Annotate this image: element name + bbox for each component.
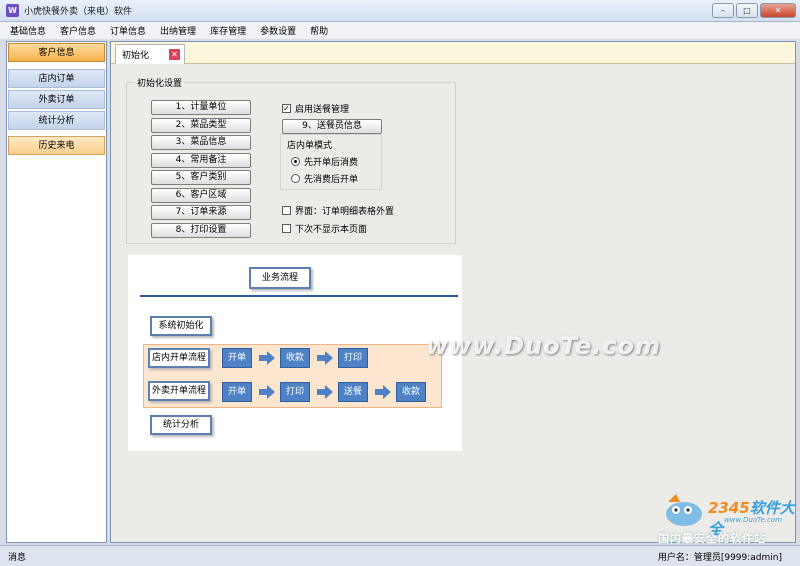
title-bar: W 小虎快餐外卖（来电）软件 – □ ✕ [0,0,800,22]
arrow-right-icon [317,351,333,365]
print-settings-button[interactable]: 8、打印设置 [151,223,251,238]
app-icon: W [6,4,19,17]
hide-page-checkbox[interactable]: 下次不显示本页面 [282,222,367,235]
nav-separator [7,64,106,68]
nav-dinein-orders[interactable]: 店内订单 [8,69,105,88]
menu-customer-info[interactable]: 客户信息 [60,24,96,37]
delivery-staff-button[interactable]: 9、送餐员信息 [282,119,382,134]
takeout-flow-box[interactable]: 外卖开单流程 [148,381,210,401]
watermark: www.DuoTe.com [426,332,661,360]
unit-button[interactable]: 1、计量单位 [151,100,251,115]
flow-title: 业务流程 [249,267,311,289]
mascot-icon [666,494,702,526]
radio-empty-icon [291,174,300,183]
menu-settings[interactable]: 参数设置 [260,24,296,37]
nav-statistics[interactable]: 统计分析 [8,111,105,130]
hide-page-label: 下次不显示本页面 [295,225,368,235]
tab-strip: 初始化 ✕ [111,42,795,64]
mode-order-first-radio[interactable]: 先开单后消费 [291,155,358,168]
window-controls: – □ ✕ [712,3,796,18]
mode-consume-first-radio[interactable]: 先消费后开单 [291,172,358,185]
logo-url: www.DuoTe.com [724,516,782,524]
status-user: 用户名：管理员[9999:admin] [657,552,782,563]
table-external-checkbox[interactable]: 界面：订单明细表格外置 [282,204,394,217]
close-button[interactable]: ✕ [760,3,796,18]
menu-inventory[interactable]: 库存管理 [210,24,246,37]
nav-customer-info[interactable]: 客户信息 [8,43,105,62]
dinein-flow-box[interactable]: 店内开单流程 [148,348,210,368]
dinein-mode-box: 店内单模式 先开单后消费 先消费后开单 [280,134,382,190]
main-panel: 初始化 ✕ 初始化设置 1、计量单位 2、菜品类型 3、菜品信息 4、常用备注 … [110,41,796,543]
init-page: 初始化设置 1、计量单位 2、菜品类型 3、菜品信息 4、常用备注 5、客户类别… [111,64,795,542]
minimize-button[interactable]: – [712,3,734,18]
table-external-label: 界面：订单明细表格外置 [295,207,395,217]
nav-call-history[interactable]: 历史来电 [8,136,105,155]
menu-cashier[interactable]: 出纳管理 [160,24,196,37]
nav-takeout-orders[interactable]: 外卖订单 [8,90,105,109]
tab-init[interactable]: 初始化 ✕ [115,44,185,64]
window-title: 小虎快餐外卖（来电）软件 [24,7,133,17]
maximize-button[interactable]: □ [736,3,758,18]
dinein-step-open: 开单 [222,348,252,368]
arrow-right-icon [317,385,333,399]
takeout-step-deliver: 送餐 [338,382,368,402]
arrow-right-icon [375,385,391,399]
menu-help[interactable]: 帮助 [310,24,328,37]
init-settings-group: 初始化设置 1、计量单位 2、菜品类型 3、菜品信息 4、常用备注 5、客户类别… [126,76,456,244]
status-message: 消息 [8,552,27,563]
checkbox-empty-icon [282,224,291,233]
takeout-step-open: 开单 [222,382,252,402]
arrow-right-icon [259,385,275,399]
group-title: 初始化设置 [135,76,185,89]
menu-basic-info[interactable]: 基础信息 [10,24,46,37]
status-bar: 消息 用户名：管理员[9999:admin] [0,545,800,566]
flow-divider [140,295,458,297]
checkbox-empty-icon [282,206,291,215]
dinein-step-collect: 收款 [280,348,310,368]
menu-bar: 基础信息 客户信息 订单信息 出纳管理 库存管理 参数设置 帮助 [0,22,800,39]
dish-type-button[interactable]: 2、菜品类型 [151,118,251,133]
logo-brand-number: 2345 [708,499,750,517]
arrow-right-icon [259,351,275,365]
mode-consume-first-label: 先消费后开单 [304,175,359,185]
enable-delivery-checkbox[interactable]: ✓ 启用送餐管理 [282,102,349,115]
business-flow-panel: 业务流程 系统初始化 店内开单流程 开单 收款 打印 外卖开单流程 开单 打印 … [128,255,462,451]
tab-label: 初始化 [122,51,150,61]
tab-close-icon[interactable]: ✕ [169,49,180,60]
takeout-step-collect: 收款 [396,382,426,402]
menu-order-info[interactable]: 订单信息 [110,24,146,37]
mode-order-first-label: 先开单后消费 [304,158,359,168]
dinein-step-print: 打印 [338,348,368,368]
site-logo: 2345软件大全 www.DuoTe.com 国内最安全的软件站 [658,490,798,545]
enable-delivery-label: 启用送餐管理 [295,105,350,115]
customer-category-button[interactable]: 5、客户类别 [151,170,251,185]
customer-area-button[interactable]: 6、客户区域 [151,188,251,203]
takeout-step-print: 打印 [280,382,310,402]
left-nav: 客户信息 店内订单 外卖订单 统计分析 历史来电 [6,41,107,543]
logo-slogan: 国内最安全的软件站 [658,532,766,545]
mode-title: 店内单模式 [287,141,333,151]
order-source-button[interactable]: 7、订单来源 [151,205,251,220]
checkbox-checked-icon: ✓ [282,104,291,113]
system-init-box[interactable]: 系统初始化 [150,316,212,336]
statistics-box[interactable]: 统计分析 [150,415,212,435]
common-notes-button[interactable]: 4、常用备注 [151,153,251,168]
radio-selected-icon [291,157,300,166]
dish-info-button[interactable]: 3、菜品信息 [151,135,251,150]
